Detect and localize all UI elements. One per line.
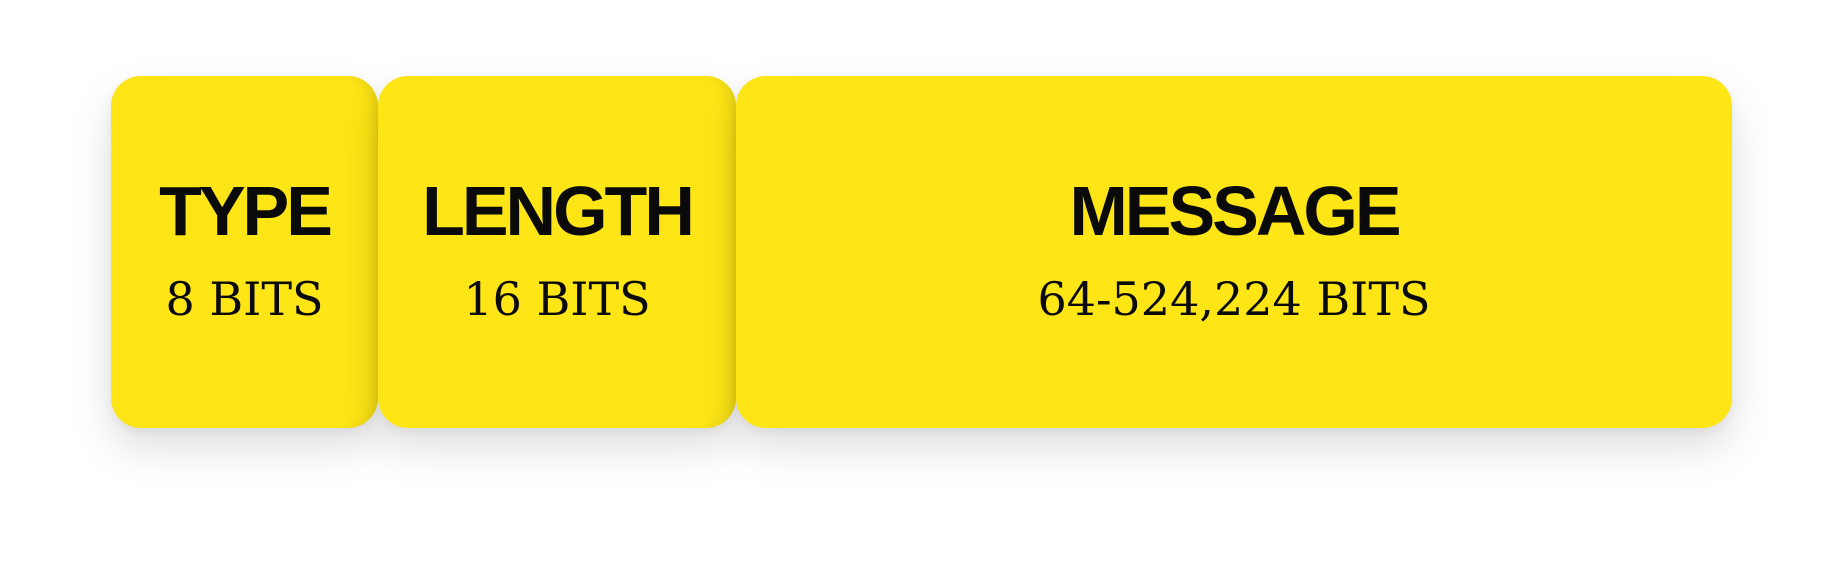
type-field-name: TYPE: [159, 172, 333, 250]
message-field-size: 64-524,224 BITS: [1037, 272, 1431, 326]
length-field: LENGTH 16 BITS: [378, 76, 736, 428]
length-field-name: LENGTH: [422, 172, 695, 250]
message-field: MESSAGE 64-524,224 BITS: [736, 76, 1732, 428]
field-row: TYPE 8 BITS LENGTH 16 BITS MESSAGE 64-52…: [111, 76, 1732, 428]
message-field-name: MESSAGE: [1069, 172, 1401, 250]
tlv-diagram: TYPE 8 BITS LENGTH 16 BITS MESSAGE 64-52…: [0, 0, 1844, 576]
type-field: TYPE 8 BITS: [111, 76, 378, 428]
type-field-size: 8 BITS: [165, 272, 324, 326]
length-field-size: 16 BITS: [463, 272, 651, 326]
